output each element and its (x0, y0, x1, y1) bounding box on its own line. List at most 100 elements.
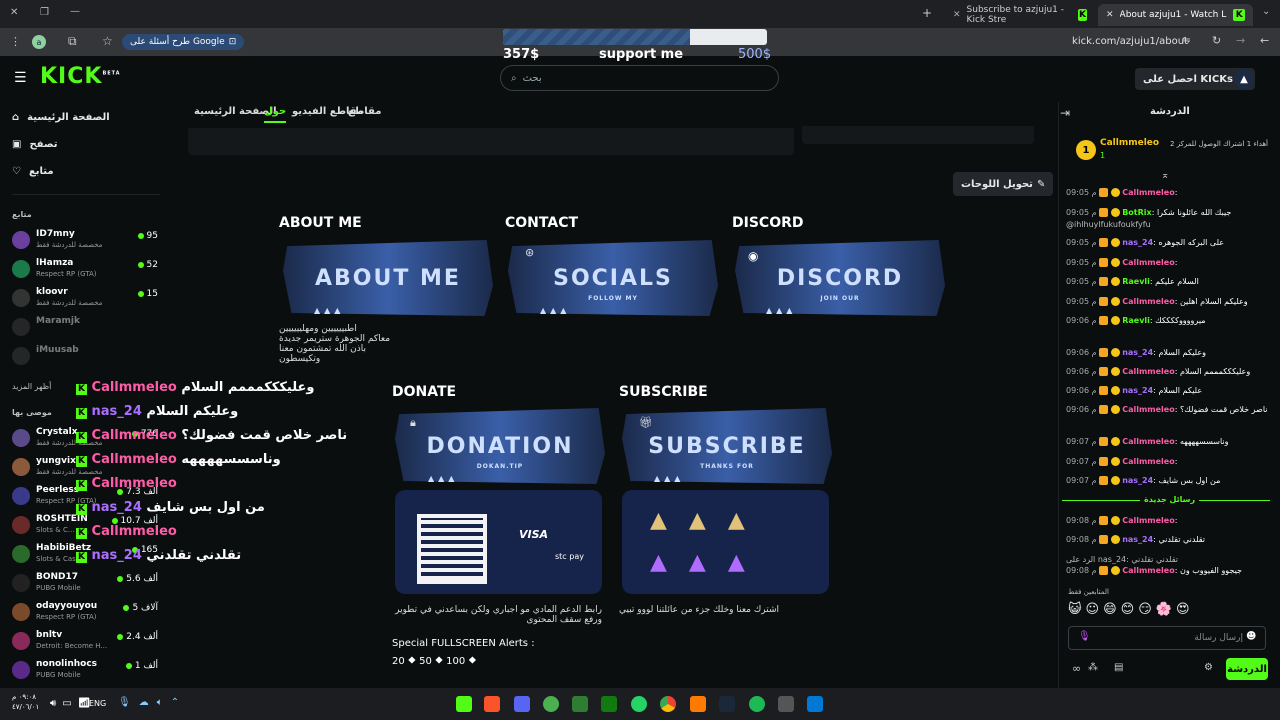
about-me-panel[interactable]: ABOUT ME (283, 240, 493, 316)
mic-icon[interactable]: 🎙︎ (1078, 631, 1091, 642)
nav-home[interactable]: ⌂ الصفحة الرئيسية (12, 112, 110, 123)
users-icon[interactable]: ⁂ (1088, 662, 1098, 673)
clock[interactable]: ٠٩:٠٨ م ٤٧/٠٦/٠١ (12, 692, 39, 712)
chat-message[interactable]: 09:05 م Callmmeleo: (1066, 188, 1271, 197)
channel-item[interactable]: BOND17 PUBG Mobile 5.6 ألف (12, 571, 162, 597)
app-icon[interactable] (543, 696, 559, 712)
maximize-icon[interactable]: ❐ (40, 7, 49, 18)
emoji-icon[interactable]: ☻ (1246, 631, 1256, 642)
site-settings-icon[interactable]: ⇋ (1182, 35, 1190, 46)
collapse-chat-icon[interactable]: ⇥ (1060, 106, 1070, 120)
forward-icon[interactable]: → (1236, 34, 1245, 47)
message-user[interactable]: nas_24 (1122, 348, 1153, 357)
tab-about[interactable]: ✕ About azjuju1 - Watch Live on K (1098, 4, 1253, 26)
emote-bar[interactable]: 😺☺😄😊😏🌸😍 (1068, 602, 1194, 617)
brave-icon[interactable] (484, 696, 500, 712)
message-user[interactable]: Callmmeleo (1122, 367, 1175, 376)
chat-message[interactable]: 09:06 م nas_24: عليكم السلام (1066, 386, 1271, 395)
nav-following[interactable]: ♡ متابع (12, 166, 54, 177)
tray-icons-2[interactable]: 🎙︎☁🔈︎⌃ (118, 697, 187, 708)
message-user[interactable]: Callmmeleo (1122, 297, 1175, 306)
message-user[interactable]: Raevli (1122, 316, 1150, 325)
chat-message[interactable]: 09:08 م Callmmeleo: (1066, 516, 1271, 525)
chat-message[interactable]: 09:06 م nas_24: وعليكم السلام (1066, 348, 1271, 357)
chat-message[interactable]: الرد على nas_24: تقلدني تقلدني (1066, 555, 1271, 564)
close-tab-icon[interactable]: ✕ (953, 10, 961, 20)
chat-message[interactable]: 09:06 م Raevli: ميرووووككككك (1066, 316, 1271, 325)
edit-panels-button[interactable]: تحويل اللوحات ✎ (953, 172, 1054, 196)
chat-message[interactable]: 09:05 م BotRix: جيبك الله عائلونا شكرا (1066, 208, 1271, 217)
message-user[interactable]: nas_24 (1122, 535, 1153, 544)
app-icon[interactable] (572, 696, 588, 712)
channel-item[interactable]: nonolinhocs PUBG Mobile 1 ألف (12, 658, 162, 684)
kick-logo[interactable]: KICKBETA (40, 64, 121, 89)
chat-message[interactable]: 09:05 م Callmmeleo: (1066, 258, 1271, 267)
channel-item[interactable]: kloovr مخصصة للدردشة فقط 15 (12, 286, 162, 312)
tab-about[interactable]: حول (264, 106, 287, 123)
chat-message[interactable]: 09:08 م Callmmeleo: جيجوو الفيووب ون (1066, 566, 1271, 575)
tab-search-icon[interactable]: ⌄ (1262, 6, 1270, 17)
chat-message[interactable]: 09:05 م Callmmeleo: وعليكم السلام اهلين (1066, 297, 1271, 306)
message-user[interactable]: nas_24 (1122, 238, 1153, 247)
socials-panel[interactable]: SOCIALS FOLLOW MY (508, 240, 718, 316)
tab-subscribe[interactable]: ✕ Subscribe to azjuju1 - Kick Stre K (945, 4, 1095, 26)
xbox-icon[interactable] (601, 696, 617, 712)
profile-avatar[interactable]: a (32, 35, 46, 49)
channel-item[interactable]: ID7mny مخصصة للدردشة فقط 95 (12, 228, 162, 254)
app-icon[interactable] (778, 696, 794, 712)
chat-message[interactable]: 09:07 م Callmmeleo: وناسسسههههه (1066, 437, 1271, 446)
url-text[interactable]: kick.com/azjuju1/about (1072, 36, 1188, 47)
show-more-link[interactable]: أظهر المزيد (12, 382, 51, 391)
message-user[interactable]: Callmmeleo (1122, 516, 1175, 525)
store-icon[interactable]: ▤ (1114, 662, 1123, 673)
lang-indicator[interactable]: ENG (89, 699, 106, 708)
message-user[interactable]: Callmmeleo (1122, 437, 1175, 446)
chat-send-button[interactable]: الدردشة (1226, 658, 1268, 680)
nav-browse[interactable]: ▣ تصفح (12, 139, 57, 150)
kick-app-icon[interactable] (456, 696, 472, 712)
settings-gear-icon[interactable]: ⚙ (1204, 662, 1213, 673)
infinity-icon[interactable]: ∞ (1072, 662, 1081, 675)
discord-panel[interactable]: DISCORD JOIN OUR (735, 240, 945, 316)
pin-icon[interactable]: ⌅ (1161, 170, 1169, 181)
hamburger-menu-icon[interactable]: ☰ (14, 70, 27, 86)
close-tab-icon[interactable]: ✕ (1106, 10, 1114, 20)
windows-start-icon[interactable] (807, 696, 823, 712)
whatsapp-icon[interactable] (631, 696, 647, 712)
channel-item[interactable]: iMuusab (12, 344, 162, 370)
back-icon[interactable]: ← (1260, 34, 1269, 47)
message-user[interactable]: Callmmeleo (1122, 188, 1175, 197)
chat-message[interactable]: 09:07 م Callmmeleo: (1066, 457, 1271, 466)
message-user[interactable]: Callmmeleo (1122, 457, 1175, 466)
chat-message[interactable]: 09:06 م Callmmeleo: ناصر خلاص قمت فضولك؟ (1066, 405, 1271, 414)
channel-item[interactable]: lHamza Respect RP (GTA) 52 (12, 257, 162, 283)
message-user[interactable]: Callmmeleo (1122, 566, 1175, 575)
chat-message[interactable]: 09:08 م nas_24: تقلدني تقلدني (1066, 535, 1271, 544)
qr-payment-panel[interactable]: VISA stc pay (395, 490, 602, 594)
channel-item[interactable]: Maramjk (12, 315, 162, 341)
subscribe-panel[interactable]: SUBSCRIBE THANKS FOR (622, 408, 832, 484)
app-icon[interactable] (690, 696, 706, 712)
menu-kebab-icon[interactable]: ⋮ (10, 35, 21, 48)
reload-icon[interactable]: ↻ (1212, 34, 1221, 47)
extensions-icon[interactable]: ⧉ (68, 34, 77, 49)
chat-input[interactable]: إرسال رسالة (1068, 626, 1266, 650)
discord-app-icon[interactable] (514, 696, 530, 712)
chrome-icon[interactable] (660, 696, 676, 712)
spotify-icon[interactable] (749, 696, 765, 712)
google-ask-pill[interactable]: طرح أسئلة على Google ⊡ (122, 34, 245, 50)
chat-message[interactable]: 09:07 م nas_24: من اول بس شايف (1066, 476, 1271, 485)
channel-item[interactable]: odayyouyou Respect RP (GTA) 5 آلاف (12, 600, 162, 626)
channel-item[interactable]: bnltv Detroit: Become H... 2.4 ألف (12, 629, 162, 655)
message-user[interactable]: Callmmeleo (1122, 405, 1175, 414)
message-user[interactable]: Callmmeleo (1122, 258, 1175, 267)
bookmark-star-icon[interactable]: ☆ (102, 34, 113, 48)
message-user[interactable]: BotRix (1122, 208, 1151, 217)
new-tab-button[interactable]: + (922, 6, 932, 20)
chat-message[interactable]: 09:05 م nas_24: على البركه الجوهره (1066, 238, 1271, 247)
user-avatar[interactable]: ▲ (1234, 69, 1254, 89)
chat-message[interactable]: @ihlhuylfukufoukfyfu (1066, 220, 1271, 229)
message-user[interactable]: nas_24 (1122, 476, 1153, 485)
tab-clips[interactable]: مقاطع (348, 106, 381, 117)
message-user[interactable]: nas_24 (1122, 386, 1153, 395)
